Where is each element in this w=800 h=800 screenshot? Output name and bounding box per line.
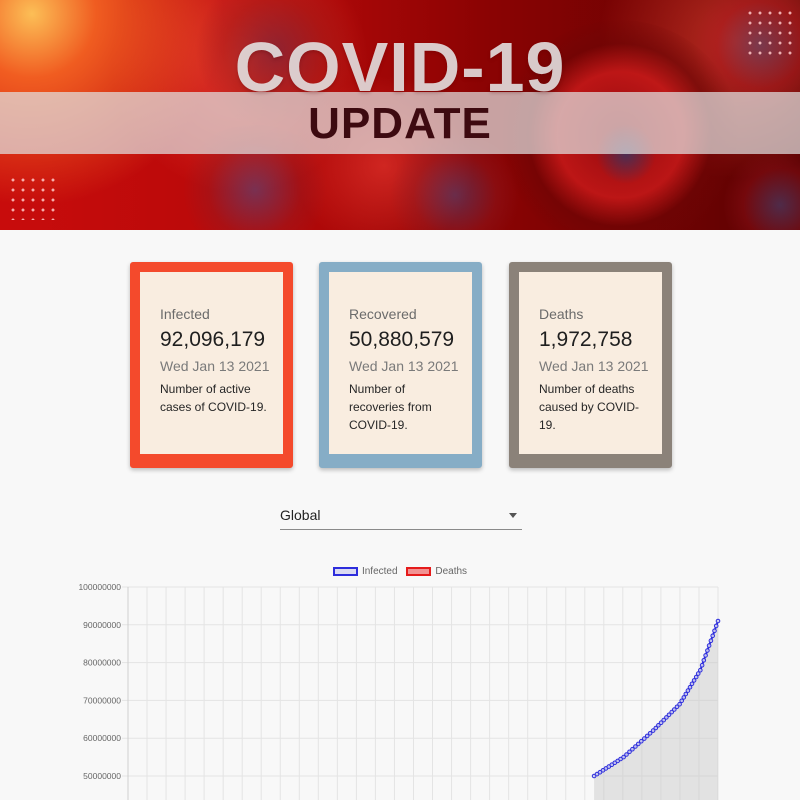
card-value: 92,096,179	[160, 328, 266, 351]
infected-point	[708, 638, 714, 643]
infected-point	[701, 658, 707, 663]
card-title: Infected	[160, 306, 210, 322]
chart-legend: Infected Deaths	[0, 566, 800, 577]
card-title: Deaths	[539, 306, 584, 322]
y-tick-label: 60000000	[83, 733, 121, 743]
legend-swatch	[406, 566, 432, 576]
card-date: Wed Jan 13 2021	[160, 358, 270, 374]
infected-point	[715, 618, 721, 624]
infected-point	[713, 623, 719, 629]
dot-pattern	[8, 175, 58, 220]
cases-chart: 100000000 90000000 80000000 70000000 6000000…	[0, 560, 800, 800]
country-select-value: Global	[280, 507, 321, 523]
stats-cards: Infected 92,096,179 Wed Jan 13 2021 Numb…	[130, 262, 672, 468]
infected-point	[699, 662, 705, 668]
y-tick-label: 90000000	[83, 620, 121, 630]
infected-point	[698, 667, 703, 673]
banner-title: COVID-19	[234, 28, 566, 106]
card-date: Wed Jan 13 2021	[539, 358, 649, 374]
infected-point	[710, 633, 716, 639]
card-title: Recovered	[349, 306, 417, 322]
deaths-card: Deaths 1,972,758 Wed Jan 13 2021 Number …	[509, 262, 672, 468]
y-tick-label: 70000000	[83, 695, 121, 705]
card-description: Number of active cases of COVID-19.	[160, 382, 267, 414]
card-description: Number of deaths caused by COVID-19.	[539, 382, 640, 432]
infected-point	[705, 648, 710, 653]
legend-item-infected[interactable]: Infected	[332, 566, 398, 577]
card-value: 50,880,579	[349, 328, 455, 351]
country-select[interactable]: Global	[280, 503, 522, 530]
card-date: Wed Jan 13 2021	[349, 358, 459, 374]
legend-label: Deaths	[435, 566, 468, 577]
card-value: 1,972,758	[539, 328, 633, 351]
y-tick-label: 100000000	[78, 582, 121, 592]
recovered-card: Recovered 50,880,579 Wed Jan 13 2021 Num…	[319, 262, 482, 468]
card-description: Number of recoveries from COVID-19.	[349, 382, 432, 432]
chart-canvas: 100000000 90000000 80000000 70000000 6000000…	[78, 582, 721, 800]
legend-item-deaths[interactable]: Deaths	[406, 566, 467, 577]
infected-card: Infected 92,096,179 Wed Jan 13 2021 Numb…	[130, 262, 293, 468]
y-tick-label: 80000000	[83, 658, 121, 668]
banner-subtitle: UPDATE	[308, 99, 492, 148]
y-tick-label: 50000000	[83, 771, 121, 781]
hero-banner: COVID-19 UPDATE	[0, 0, 800, 230]
infected-point	[712, 628, 717, 634]
infected-point	[703, 653, 708, 658]
chevron-down-icon[interactable]	[509, 513, 517, 518]
legend-label: Infected	[361, 566, 398, 577]
infected-point	[706, 643, 712, 648]
legend-swatch	[332, 566, 358, 576]
